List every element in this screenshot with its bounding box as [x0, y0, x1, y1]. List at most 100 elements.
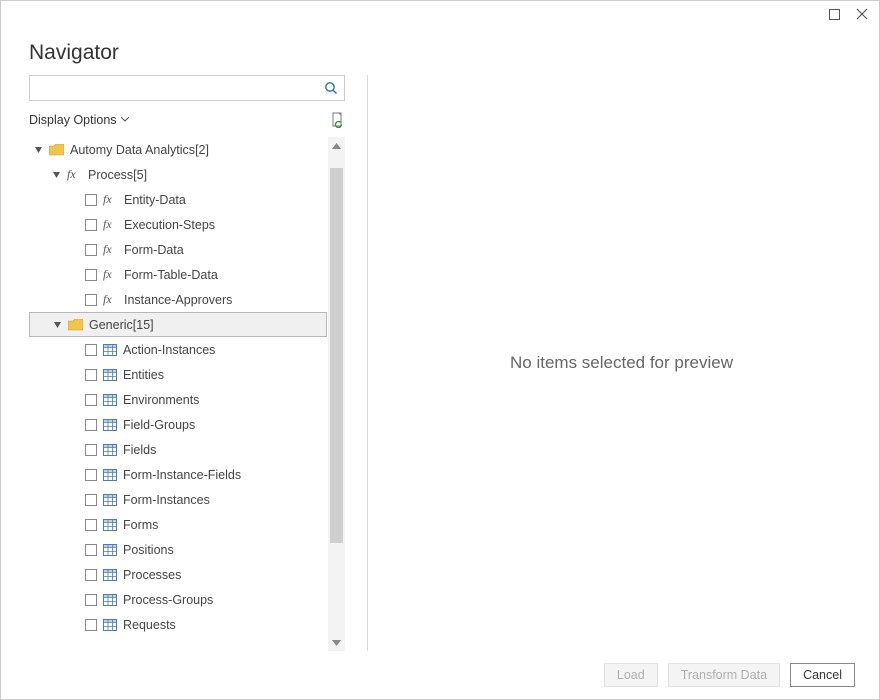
- table-icon: [103, 519, 117, 531]
- fx-icon: fx: [103, 192, 118, 207]
- checkbox[interactable]: [85, 544, 97, 556]
- table-icon: [103, 394, 117, 406]
- tree-item-label: Entities: [123, 368, 164, 382]
- table-icon: [103, 469, 117, 481]
- tree-row[interactable]: Form-Instance-Fields: [29, 462, 327, 487]
- load-button[interactable]: Load: [604, 663, 658, 687]
- fx-icon: fx: [103, 242, 118, 257]
- tree-item-label: Form-Table-Data: [124, 268, 218, 282]
- search-input[interactable]: [38, 77, 324, 99]
- tree-row[interactable]: Entities: [29, 362, 327, 387]
- tree-row[interactable]: Form-Instances: [29, 487, 327, 512]
- tree-item-label: Process: [88, 168, 133, 182]
- tree-item-label: Processes: [123, 568, 181, 582]
- tree-item-label: Fields: [123, 443, 156, 457]
- tree-row[interactable]: Action-Instances: [29, 337, 327, 362]
- left-pane: Display Options Automy Data Analytics [2…: [29, 75, 345, 651]
- table-icon: [103, 419, 117, 431]
- tree-item-label: Generic: [89, 318, 133, 332]
- tree-row[interactable]: Processes: [29, 562, 327, 587]
- tree-row[interactable]: Fields: [29, 437, 327, 462]
- search-box[interactable]: [29, 75, 345, 101]
- titlebar: [1, 1, 879, 41]
- cancel-button[interactable]: Cancel: [790, 663, 855, 687]
- table-icon: [103, 444, 117, 456]
- tree-item-label: Form-Data: [124, 243, 184, 257]
- tree-row[interactable]: Forms: [29, 512, 327, 537]
- tree-item-label: Field-Groups: [123, 418, 195, 432]
- checkbox[interactable]: [85, 369, 97, 381]
- checkbox[interactable]: [85, 194, 97, 206]
- tree-row[interactable]: Process-Groups: [29, 587, 327, 612]
- tree-item-label: Requests: [123, 618, 176, 632]
- tree-row[interactable]: Automy Data Analytics [2]: [29, 137, 327, 162]
- tree-item-count: [2]: [195, 143, 209, 157]
- table-icon: [103, 544, 117, 556]
- fx-icon: fx: [103, 267, 118, 282]
- tree-wrap: Automy Data Analytics [2]fxProcess [5]fx…: [29, 137, 345, 651]
- tree-row[interactable]: Field-Groups: [29, 412, 327, 437]
- tree-item-label: Environments: [123, 393, 199, 407]
- fx-icon: fx: [103, 292, 118, 307]
- search-icon[interactable]: [324, 81, 338, 95]
- table-icon: [103, 569, 117, 581]
- tree-item-label: Process-Groups: [123, 593, 213, 607]
- tree-row[interactable]: fx Form-Table-Data: [29, 262, 327, 287]
- checkbox[interactable]: [85, 594, 97, 606]
- checkbox[interactable]: [85, 569, 97, 581]
- tree-row[interactable]: Generic [15]: [29, 312, 327, 337]
- folder-icon: [49, 144, 64, 156]
- scroll-down-button[interactable]: [328, 634, 345, 651]
- tree-row[interactable]: Requests: [29, 612, 327, 637]
- fx-icon: fx: [103, 217, 118, 232]
- tree-item-label: Automy Data Analytics: [70, 143, 195, 157]
- tree-item-label: Execution-Steps: [124, 218, 215, 232]
- close-button[interactable]: [855, 7, 869, 21]
- checkbox[interactable]: [85, 294, 97, 306]
- checkbox[interactable]: [85, 244, 97, 256]
- table-icon: [103, 494, 117, 506]
- tree-row[interactable]: fx Entity-Data: [29, 187, 327, 212]
- tree-scrollbar[interactable]: [328, 137, 345, 651]
- checkbox[interactable]: [85, 494, 97, 506]
- tree[interactable]: Automy Data Analytics [2]fxProcess [5]fx…: [29, 137, 327, 651]
- display-options-dropdown[interactable]: Display Options: [29, 113, 129, 127]
- scroll-up-button[interactable]: [328, 137, 345, 154]
- checkbox[interactable]: [85, 394, 97, 406]
- chevron-down-icon: [121, 117, 129, 123]
- checkbox[interactable]: [85, 344, 97, 356]
- tree-item-label: Form-Instances: [123, 493, 210, 507]
- preview-empty-message: No items selected for preview: [510, 353, 733, 373]
- header: Navigator: [1, 41, 879, 75]
- checkbox[interactable]: [85, 469, 97, 481]
- tree-item-count: [15]: [133, 318, 154, 332]
- checkbox[interactable]: [85, 219, 97, 231]
- scroll-thumb[interactable]: [330, 168, 343, 542]
- expander-icon[interactable]: [35, 146, 47, 154]
- tree-row[interactable]: fx Form-Data: [29, 237, 327, 262]
- pane-divider: [367, 75, 368, 651]
- tree-row[interactable]: fxProcess [5]: [29, 162, 327, 187]
- checkbox[interactable]: [85, 619, 97, 631]
- tree-item-label: Entity-Data: [124, 193, 186, 207]
- tree-row[interactable]: fx Instance-Approvers: [29, 287, 327, 312]
- navigator-window: Navigator Display Options: [0, 0, 880, 700]
- display-options-label: Display Options: [29, 113, 117, 127]
- tree-row[interactable]: Environments: [29, 387, 327, 412]
- checkbox[interactable]: [85, 519, 97, 531]
- checkbox[interactable]: [85, 419, 97, 431]
- expander-icon[interactable]: [54, 321, 66, 329]
- checkbox[interactable]: [85, 269, 97, 281]
- table-icon: [103, 369, 117, 381]
- tree-item-count: [5]: [133, 168, 147, 182]
- tree-row[interactable]: fx Execution-Steps: [29, 212, 327, 237]
- refresh-icon[interactable]: [329, 112, 345, 128]
- maximize-button[interactable]: [827, 7, 841, 21]
- tree-item-label: Instance-Approvers: [124, 293, 232, 307]
- expander-icon[interactable]: [53, 171, 65, 179]
- table-icon: [103, 344, 117, 356]
- folder2-icon: [68, 319, 83, 331]
- transform-data-button[interactable]: Transform Data: [668, 663, 780, 687]
- checkbox[interactable]: [85, 444, 97, 456]
- tree-row[interactable]: Positions: [29, 537, 327, 562]
